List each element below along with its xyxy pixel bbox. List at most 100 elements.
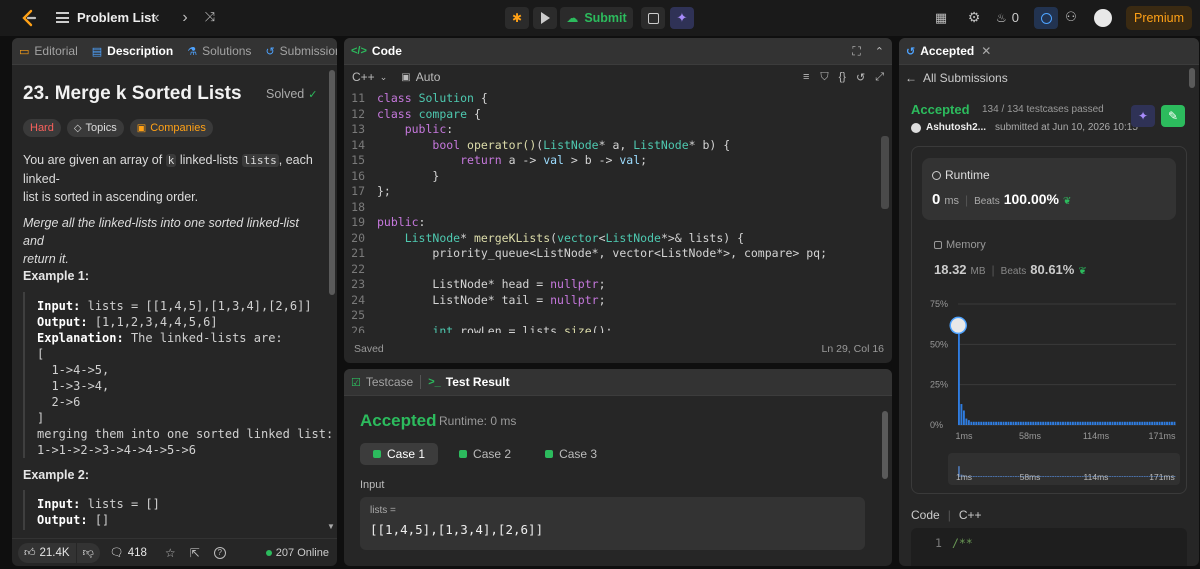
add-friend-icon[interactable]: ⚇ — [1063, 9, 1079, 25]
chart-bar — [1089, 421, 1092, 425]
lock-icon: ▣ — [401, 71, 411, 83]
notes-button[interactable] — [641, 7, 665, 29]
collapse-chevron-icon[interactable]: ⌃ — [875, 45, 884, 58]
tab-solutions[interactable]: ⚗ Solutions — [180, 44, 258, 58]
reset-icon[interactable]: ↺ — [856, 71, 865, 84]
chart-bar — [1076, 421, 1079, 425]
test-scrollbar[interactable] — [882, 411, 888, 479]
star-icon[interactable]: ☆ — [165, 546, 176, 560]
layout-icon[interactable]: ▦ — [933, 10, 949, 26]
bookmark-icon[interactable]: ⛉ — [820, 71, 828, 84]
tab-submissions[interactable]: ↺Submissions — [258, 44, 337, 58]
chart-bar — [1136, 421, 1139, 425]
problem-list-link[interactable]: Problem List — [56, 10, 156, 25]
language-select[interactable]: C++ ⌄ — [352, 70, 387, 84]
comments-button[interactable]: 🗨︎ 418 — [110, 546, 147, 560]
dislike-button[interactable]: 👎︎ — [76, 542, 100, 563]
chart-bar — [1037, 421, 1040, 425]
chart-brush-bar — [1069, 476, 1072, 477]
case-1-tab[interactable]: Case 1 — [360, 443, 439, 465]
close-icon[interactable]: ✕ — [981, 44, 991, 58]
ai-assistant-button[interactable]: ✦ — [670, 7, 694, 29]
code-header: </> Code ⛶ ⌃ — [344, 38, 892, 65]
problem-description: You are given an array of k linked-lists… — [23, 153, 313, 266]
tab-testcase[interactable]: ☑ Testcase — [344, 375, 420, 389]
description-scrollbar[interactable] — [329, 70, 335, 295]
chart-brush-bar — [1064, 476, 1067, 477]
chart-bar — [1027, 421, 1030, 425]
editor-status-bar: Saved Ln 29, Col 16 — [354, 343, 884, 355]
chart-bar — [1099, 421, 1102, 425]
chart-bar — [1104, 421, 1107, 425]
note-icon — [647, 12, 659, 24]
all-submissions-link[interactable]: ← All Submissions — [905, 71, 1008, 85]
thumbs-down-icon: 👎︎ — [82, 547, 94, 559]
tab-description[interactable]: ▤ Description — [85, 44, 180, 58]
problem-list-label: Problem List — [77, 10, 156, 25]
submit-button[interactable]: ☁ Submit — [560, 7, 633, 29]
chart-bar — [1064, 421, 1067, 425]
chart-brush-bar — [975, 476, 978, 477]
topics-tag[interactable]: ◇ Topics — [66, 119, 124, 137]
chart-brush-bar — [1131, 476, 1134, 477]
chart-bar — [1074, 421, 1077, 425]
chart-bar — [1146, 421, 1149, 425]
thumbs-up-icon: 👍︎ — [24, 547, 36, 559]
chart-brush-bar — [1000, 476, 1002, 477]
chart-bar — [1062, 421, 1064, 425]
prev-problem-button[interactable]: ‹ — [150, 9, 164, 27]
example-2-heading: Example 2: — [23, 468, 90, 482]
chart-bar — [1054, 421, 1057, 425]
run-button[interactable] — [533, 7, 557, 29]
fullscreen-icon[interactable]: ⤢ — [875, 71, 884, 84]
chart-bar — [1000, 421, 1002, 425]
code-editor[interactable]: 11 class Solution { 12 class compare { 13 … — [344, 91, 880, 333]
timer-button[interactable] — [1034, 7, 1058, 29]
settings-gear-icon[interactable]: ⚙ — [966, 9, 982, 26]
shuffle-icon[interactable]: ⤨ — [202, 9, 218, 25]
tab-code[interactable]: </> Code — [344, 44, 409, 58]
tab-test-result[interactable]: >_ Test Result — [421, 375, 516, 389]
help-icon[interactable]: ? — [213, 546, 226, 559]
code-scrollbar[interactable] — [881, 136, 889, 209]
share-icon[interactable]: ⇱ — [190, 546, 200, 560]
chart-brush-tick: 114ms — [1084, 472, 1109, 482]
chart-y-tick: 0% — [930, 420, 943, 430]
chart-bar — [995, 421, 998, 425]
chart-brush-bar — [1007, 476, 1010, 477]
submission-scrollbar[interactable] — [1189, 68, 1195, 88]
edit-solution-button[interactable]: ✎ — [1161, 105, 1185, 127]
auto-mode-toggle[interactable]: ▣ Auto — [401, 70, 440, 84]
chart-bar — [1081, 421, 1084, 425]
premium-button[interactable]: Premium — [1126, 6, 1192, 30]
chart-brush-bar — [972, 476, 975, 477]
scroll-down-arrow[interactable]: ▼ — [327, 522, 335, 531]
like-button[interactable]: 👍︎ 21.4K — [18, 542, 76, 563]
braces-icon[interactable]: {} — [839, 71, 846, 83]
chart-brush-bar — [1067, 476, 1069, 477]
ai-analyze-button[interactable]: ✦ — [1131, 105, 1155, 127]
streak-counter[interactable]: ♨ 0 — [996, 10, 1019, 25]
user-avatar[interactable] — [1094, 9, 1112, 27]
case-2-tab[interactable]: Case 2 — [446, 443, 524, 465]
chart-brush-bar — [1054, 476, 1057, 477]
chart-bar — [1079, 421, 1082, 425]
runtime-distribution-chart[interactable]: 75% 50% 25% 0% 1ms 58ms 114ms 171ms 1ms 58ms 114ms… — [912, 292, 1186, 507]
chart-bar — [977, 421, 980, 425]
format-icon[interactable]: ≡ — [803, 71, 809, 83]
chart-y-tick: 50% — [930, 339, 948, 349]
companies-tag[interactable]: ▣ Companies — [129, 119, 213, 137]
runtime-card[interactable]: Runtime 0 ms | Beats 100.00% ❦ — [922, 158, 1176, 220]
chart-brush-bar — [1138, 476, 1141, 477]
tab-editorial[interactable]: ▭ Editorial — [12, 44, 85, 58]
case-3-tab[interactable]: Case 3 — [532, 443, 610, 465]
tab-accepted[interactable]: ↺ Accepted ✕ — [899, 44, 998, 58]
chart-brush-bar — [1128, 476, 1131, 477]
chart-bar — [1133, 421, 1136, 425]
leetcode-logo[interactable] — [20, 9, 38, 27]
chart-bar — [1032, 421, 1035, 425]
maximize-icon[interactable]: ⛶ — [852, 44, 860, 59]
debug-button[interactable]: ✱ — [505, 7, 529, 29]
next-problem-button[interactable]: › — [178, 9, 192, 27]
chart-x-tick: 1ms — [955, 431, 973, 441]
